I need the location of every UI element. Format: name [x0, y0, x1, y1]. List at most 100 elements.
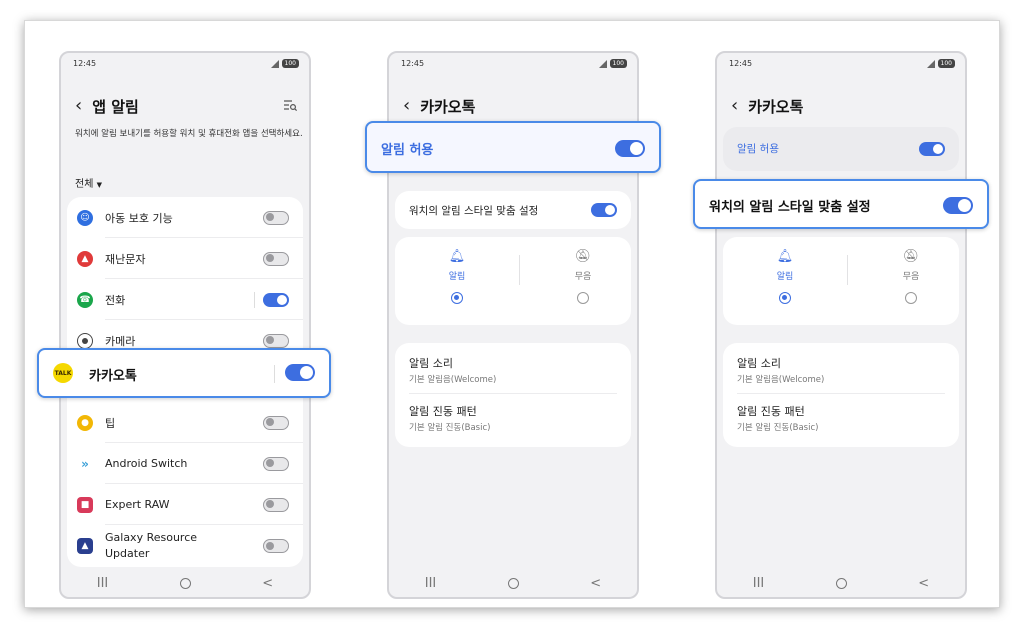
toggle-switch[interactable]	[943, 197, 973, 214]
back-icon[interactable]: ‹	[403, 97, 410, 115]
status-bar: 12:45 100	[389, 59, 637, 71]
signal-icon	[921, 59, 935, 68]
toggle-switch[interactable]	[263, 539, 289, 553]
app-label: 팁	[105, 416, 116, 430]
back-button[interactable]: <	[262, 576, 273, 591]
back-icon[interactable]: ‹	[731, 97, 738, 115]
list-item[interactable]: ▲ Galaxy Resource Updater	[67, 525, 303, 567]
page-title: 카카오톡	[748, 97, 804, 116]
page-title: 카카오톡	[420, 97, 476, 116]
header: ‹ 카카오톡	[403, 95, 475, 117]
sound-value: 기본 알림음(Welcome)	[737, 375, 825, 385]
radio-alert[interactable]	[779, 292, 791, 304]
list-item[interactable]: ▲ 재난문자	[67, 238, 303, 279]
radio-mute[interactable]	[905, 292, 917, 304]
toggle-switch[interactable]	[263, 415, 289, 430]
separator	[847, 255, 848, 285]
home-button[interactable]	[179, 577, 191, 589]
sound-vibration-card: 알림 소리 기본 알림음(Welcome) 알림 진동 패턴 기본 알림 진동(…	[723, 343, 959, 447]
watch-style-row[interactable]: 워치의 알림 스타일 맞춤 설정	[395, 191, 631, 229]
option-alert-label: 알림	[448, 272, 466, 282]
radio-alert[interactable]	[451, 292, 463, 304]
android-switch-icon: »	[77, 455, 93, 472]
child-protection-icon: ☺	[77, 209, 93, 226]
phone-icon: ☎	[77, 291, 93, 308]
nav-bar: III <	[717, 569, 965, 597]
option-mute[interactable]: 🔕︎ 무음	[553, 249, 613, 304]
list-item[interactable]: » Android Switch	[67, 443, 303, 484]
alert-style-card: 🔔︎ 알림 🔕︎ 무음	[723, 237, 959, 325]
option-mute[interactable]: 🔕︎ 무음	[881, 249, 941, 304]
filter-label: 전체	[75, 179, 94, 190]
status-bar: 12:45 100	[717, 59, 965, 71]
toggle-switch[interactable]	[591, 203, 617, 217]
alert-style-card: 🔔︎ 알림 🔕︎ 무음	[395, 237, 631, 325]
lightbulb-icon: ●	[77, 414, 93, 431]
highlight-kakaotalk-row[interactable]: TALK 카카오톡	[37, 348, 331, 398]
toggle-switch[interactable]	[263, 333, 289, 348]
list-item[interactable]: ☎ 전화	[67, 279, 303, 320]
screenshot-frame: 12:45 100 ‹ 앱 알림 워치에 알림 보내기를 허용할 워치 및 휴대…	[24, 20, 1000, 608]
bell-icon: 🔔︎	[776, 249, 794, 264]
allow-label: 알림 허용	[381, 143, 434, 158]
option-alert-label: 알림	[776, 272, 794, 282]
list-item[interactable]: ■ Expert RAW	[67, 484, 303, 525]
allow-notifications-row[interactable]: 알림 허용	[723, 127, 959, 171]
battery-icon: 100	[609, 59, 627, 68]
back-button[interactable]: <	[918, 576, 929, 591]
toggle-switch[interactable]	[263, 251, 289, 266]
option-mute-label: 무음	[574, 272, 592, 282]
recents-button[interactable]: III	[425, 576, 437, 591]
vibration-title[interactable]: 알림 진동 패턴	[409, 403, 477, 419]
toggle-switch[interactable]	[285, 364, 315, 381]
recents-button[interactable]: III	[97, 576, 109, 591]
bell-icon: 🔔︎	[448, 249, 466, 264]
warning-icon: ▲	[77, 250, 93, 267]
toggle-switch[interactable]	[263, 210, 289, 225]
option-alert[interactable]: 🔔︎ 알림	[427, 249, 487, 304]
back-icon[interactable]: ‹	[75, 97, 82, 115]
highlight-watch-style[interactable]: 워치의 알림 스타일 맞춤 설정	[693, 179, 989, 229]
home-button[interactable]	[507, 577, 519, 589]
sound-title[interactable]: 알림 소리	[737, 355, 781, 371]
list-item[interactable]: ● 팁	[67, 402, 303, 443]
kakaotalk-icon: TALK	[53, 363, 73, 383]
status-icons: 100	[265, 59, 299, 68]
kakaotalk-icon-text: TALK	[54, 369, 72, 377]
toggle-switch[interactable]	[615, 140, 645, 157]
page-title: 앱 알림	[92, 97, 139, 116]
status-time: 12:45	[73, 59, 97, 68]
description: 워치에 알림 보내기를 허용할 워치 및 휴대전화 앱을 선택하세요.	[75, 129, 303, 139]
back-button[interactable]: <	[590, 576, 601, 591]
toggle-switch[interactable]	[263, 292, 289, 307]
vibration-title[interactable]: 알림 진동 패턴	[737, 403, 805, 419]
dropdown-arrow-icon: ▼	[96, 181, 102, 189]
app-label: 전화	[105, 293, 126, 307]
list-item[interactable]: ☺ 아동 보호 기능	[67, 197, 303, 238]
separator	[274, 365, 275, 383]
battery-icon: 100	[937, 59, 955, 68]
radio-mute[interactable]	[577, 292, 589, 304]
header: ‹ 카카오톡	[731, 95, 803, 117]
battery-icon: 100	[281, 59, 299, 68]
toggle-switch[interactable]	[919, 142, 945, 156]
watch-style-label: 워치의 알림 스타일 맞춤 설정	[409, 205, 539, 217]
filter-dropdown[interactable]: 전체 ▼	[75, 175, 102, 190]
toggle-switch[interactable]	[263, 456, 289, 471]
status-icons: 100	[921, 59, 955, 68]
option-alert[interactable]: 🔔︎ 알림	[755, 249, 815, 304]
sound-title[interactable]: 알림 소리	[409, 355, 453, 371]
status-icons: 100	[593, 59, 627, 68]
recents-button[interactable]: III	[753, 576, 765, 591]
toggle-switch[interactable]	[263, 497, 289, 512]
option-mute-label: 무음	[902, 272, 920, 282]
status-time: 12:45	[401, 59, 425, 68]
phone-app-notifications: 12:45 100 ‹ 앱 알림 워치에 알림 보내기를 허용할 워치 및 휴대…	[59, 51, 311, 599]
divider	[409, 393, 617, 394]
status-bar: 12:45 100	[61, 59, 309, 71]
allow-label: 알림 허용	[737, 143, 779, 155]
home-button[interactable]	[835, 577, 847, 589]
watch-style-label: 워치의 알림 스타일 맞춤 설정	[709, 200, 871, 215]
search-list-icon[interactable]	[283, 99, 297, 111]
highlight-allow-notifications[interactable]: 알림 허용	[365, 121, 661, 173]
